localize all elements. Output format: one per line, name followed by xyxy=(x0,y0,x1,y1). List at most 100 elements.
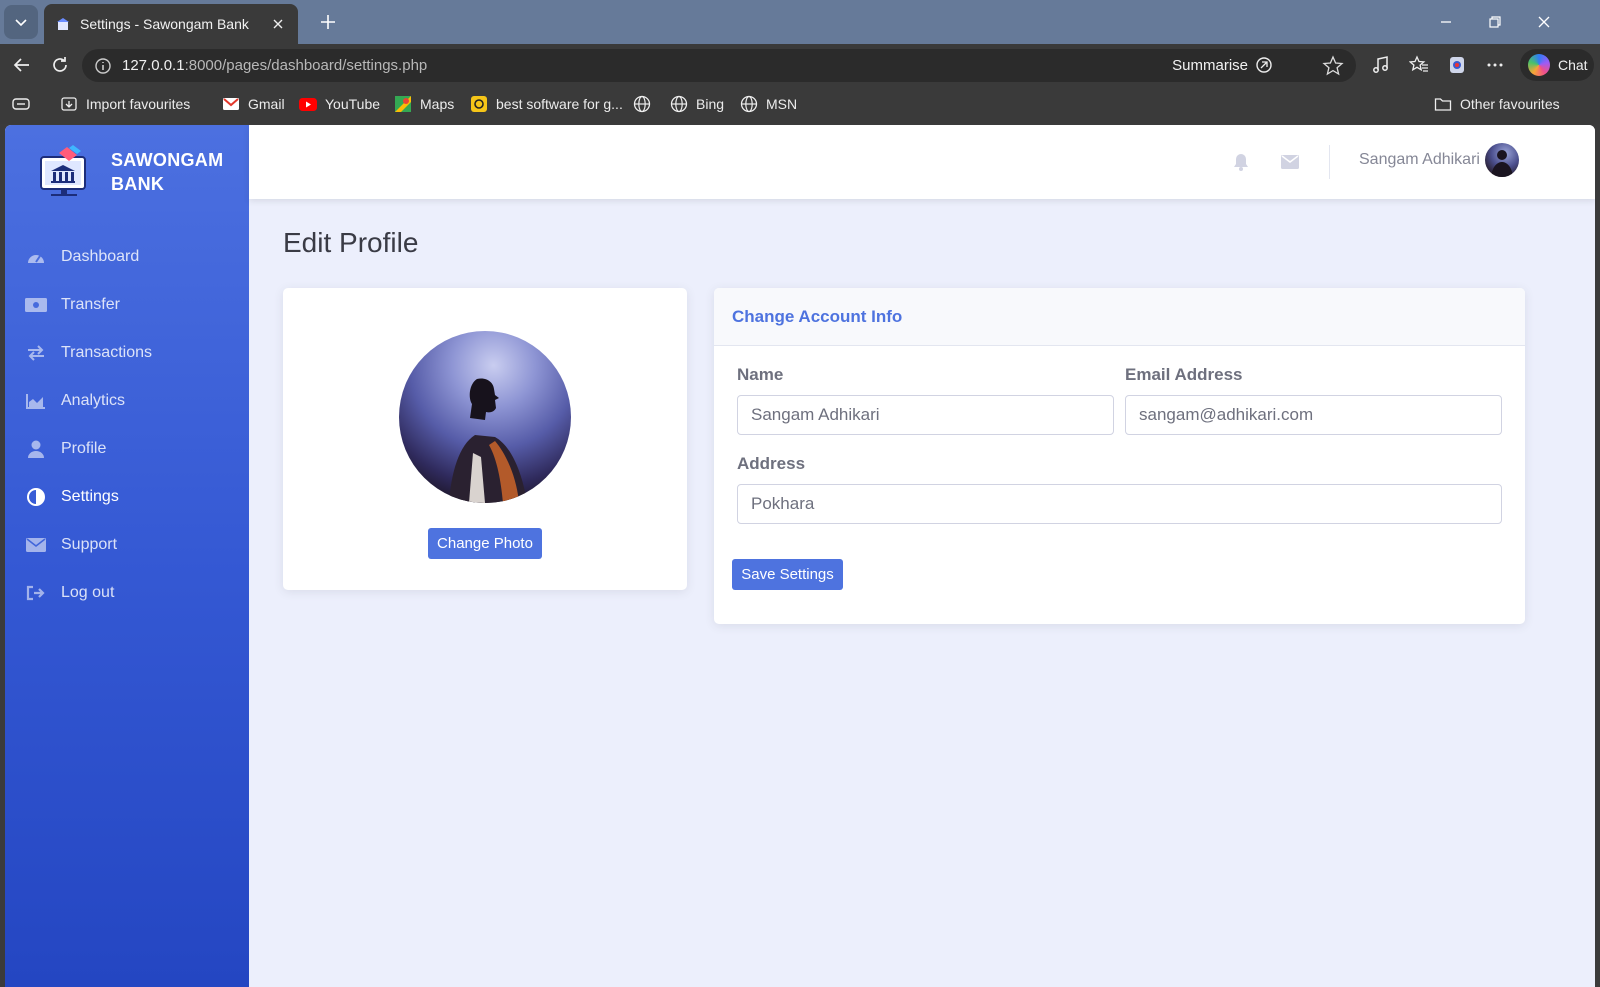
extension-button[interactable] xyxy=(1446,54,1468,76)
new-tab-button[interactable] xyxy=(316,10,340,34)
favourites-bar: Import favourites Gmail YouTube Maps bes… xyxy=(0,86,1600,124)
sidebar-item-label: Dashboard xyxy=(61,248,140,265)
fav-other-favourites[interactable]: Other favourites xyxy=(1434,95,1560,113)
sidebar-item-dashboard[interactable]: Dashboard xyxy=(5,233,249,281)
page-title: Edit Profile xyxy=(283,227,419,258)
exchange-icon xyxy=(25,343,47,363)
fav-label: Import favourites xyxy=(86,96,191,112)
profile-photo xyxy=(399,331,571,503)
fav-gmail[interactable]: Gmail xyxy=(222,95,285,113)
sidebar-item-label: Analytics xyxy=(61,392,126,409)
plus-icon xyxy=(321,15,335,29)
avatar[interactable] xyxy=(1485,143,1519,177)
sidebar-item-label: Transfer xyxy=(61,296,120,313)
close-tab-icon[interactable] xyxy=(270,16,286,32)
fav-label: Other favourites xyxy=(1460,96,1560,112)
fav-bing[interactable]: Bing xyxy=(670,95,724,113)
gmail-icon xyxy=(222,95,240,113)
globe-icon xyxy=(633,95,651,113)
fav-label: YouTube xyxy=(325,96,381,112)
music-note-icon xyxy=(1373,56,1388,73)
fav-import-favourites[interactable]: Import favourites xyxy=(60,95,190,113)
browser-address-bar: 127.0.0.1:8000/pages/dashboard/settings.… xyxy=(0,44,1600,86)
more-menu-button[interactable] xyxy=(1484,54,1506,76)
fav-label: Gmail xyxy=(248,96,285,112)
envelope-icon xyxy=(1281,155,1299,169)
sidebar-item-label: Log out xyxy=(61,584,115,601)
email-input[interactable]: sangam@adhikari.com xyxy=(1125,395,1502,435)
brand-name: SAWONGAM BANK xyxy=(111,150,224,194)
envelope-icon xyxy=(25,535,47,555)
extension-icon xyxy=(1450,57,1464,73)
page-viewport: SAWONGAM BANK Dashboard Transfer Transac… xyxy=(5,125,1595,987)
sidebar-item-profile[interactable]: Profile xyxy=(5,425,249,473)
profile-photo-card: Change Photo xyxy=(283,288,687,590)
restore-icon xyxy=(1489,16,1501,28)
url-bar[interactable]: 127.0.0.1:8000/pages/dashboard/settings.… xyxy=(82,49,1356,82)
fav-globe[interactable] xyxy=(633,95,651,113)
card-title: Change Account Info xyxy=(732,307,903,326)
sidebar-item-logout[interactable]: Log out xyxy=(5,569,249,617)
fav-youtube[interactable]: YouTube xyxy=(299,95,380,113)
chat-label: Chat xyxy=(1558,57,1588,73)
youtube-icon xyxy=(299,95,317,113)
browser-tab-settings[interactable]: Settings - Sawongam Bank xyxy=(44,4,298,44)
fav-maps[interactable]: Maps xyxy=(394,95,454,113)
person-silhouette-icon xyxy=(449,378,527,503)
tab-list-button[interactable] xyxy=(4,5,38,39)
card-header: Change Account Info xyxy=(714,288,1525,346)
minimize-button[interactable] xyxy=(1434,10,1458,34)
messages-button[interactable] xyxy=(1280,152,1300,172)
favourites-button[interactable] xyxy=(1408,54,1430,76)
fav-msn[interactable]: MSN xyxy=(740,95,797,113)
browser-tab-bar: Settings - Sawongam Bank xyxy=(0,0,1600,44)
user-name[interactable]: Sangam Adhikari xyxy=(1359,151,1480,169)
back-button[interactable] xyxy=(10,53,34,77)
more-horizontal-icon xyxy=(1487,63,1503,67)
sidebar-item-transfer[interactable]: Transfer xyxy=(5,281,249,329)
sidebar-item-support[interactable]: Support xyxy=(5,521,249,569)
import-icon xyxy=(60,95,78,113)
sidebar-item-label: Settings xyxy=(61,488,119,505)
website-favicon-icon xyxy=(470,95,488,113)
globe-icon xyxy=(670,95,688,113)
fav-label: MSN xyxy=(766,96,798,112)
restore-button[interactable] xyxy=(1483,10,1507,34)
sidebar-item-analytics[interactable]: Analytics xyxy=(5,377,249,425)
fav-label: Maps xyxy=(420,96,455,112)
notifications-button[interactable] xyxy=(1231,152,1251,172)
favourites-list-icon xyxy=(1409,55,1428,72)
fav-label: best software for g... xyxy=(496,96,623,112)
favourite-star-icon[interactable] xyxy=(1322,55,1344,77)
user-icon xyxy=(25,439,47,459)
copilot-chat-button[interactable]: Chat xyxy=(1520,49,1594,81)
fav-label: Bing xyxy=(696,96,725,112)
topbar: Sangam Adhikari xyxy=(249,125,1595,199)
sidebar-item-label: Transactions xyxy=(61,344,152,361)
summarise-button[interactable]: Summarise xyxy=(1172,55,1274,75)
area-chart-icon xyxy=(25,391,47,411)
sidebar: SAWONGAM BANK Dashboard Transfer Transac… xyxy=(5,125,249,987)
change-photo-button[interactable]: Change Photo xyxy=(428,528,542,559)
sidebar-toggle-button[interactable] xyxy=(12,95,30,113)
bank-logo-icon xyxy=(40,145,86,196)
sidebar-item-label: Profile xyxy=(61,440,107,457)
fav-best-software[interactable]: best software for g... xyxy=(470,95,623,113)
summarise-icon xyxy=(1256,57,1272,73)
sign-out-icon xyxy=(25,583,47,603)
sidebar-toggle-icon xyxy=(12,95,30,113)
gauge-icon xyxy=(25,247,47,267)
name-input[interactable]: Sangam Adhikari xyxy=(737,395,1114,435)
brand[interactable]: SAWONGAM BANK xyxy=(37,143,231,201)
adjust-icon xyxy=(25,487,47,507)
media-control-button[interactable] xyxy=(1370,54,1392,76)
sidebar-item-settings[interactable]: Settings xyxy=(5,473,249,521)
info-icon xyxy=(95,57,111,74)
close-window-button[interactable] xyxy=(1532,10,1556,34)
save-settings-button[interactable]: Save Settings xyxy=(732,559,843,590)
address-input[interactable]: Pokhara xyxy=(737,484,1502,524)
reload-button[interactable] xyxy=(48,53,72,77)
topbar-divider xyxy=(1329,145,1330,179)
sidebar-item-transactions[interactable]: Transactions xyxy=(5,329,249,377)
globe-icon xyxy=(740,95,758,113)
